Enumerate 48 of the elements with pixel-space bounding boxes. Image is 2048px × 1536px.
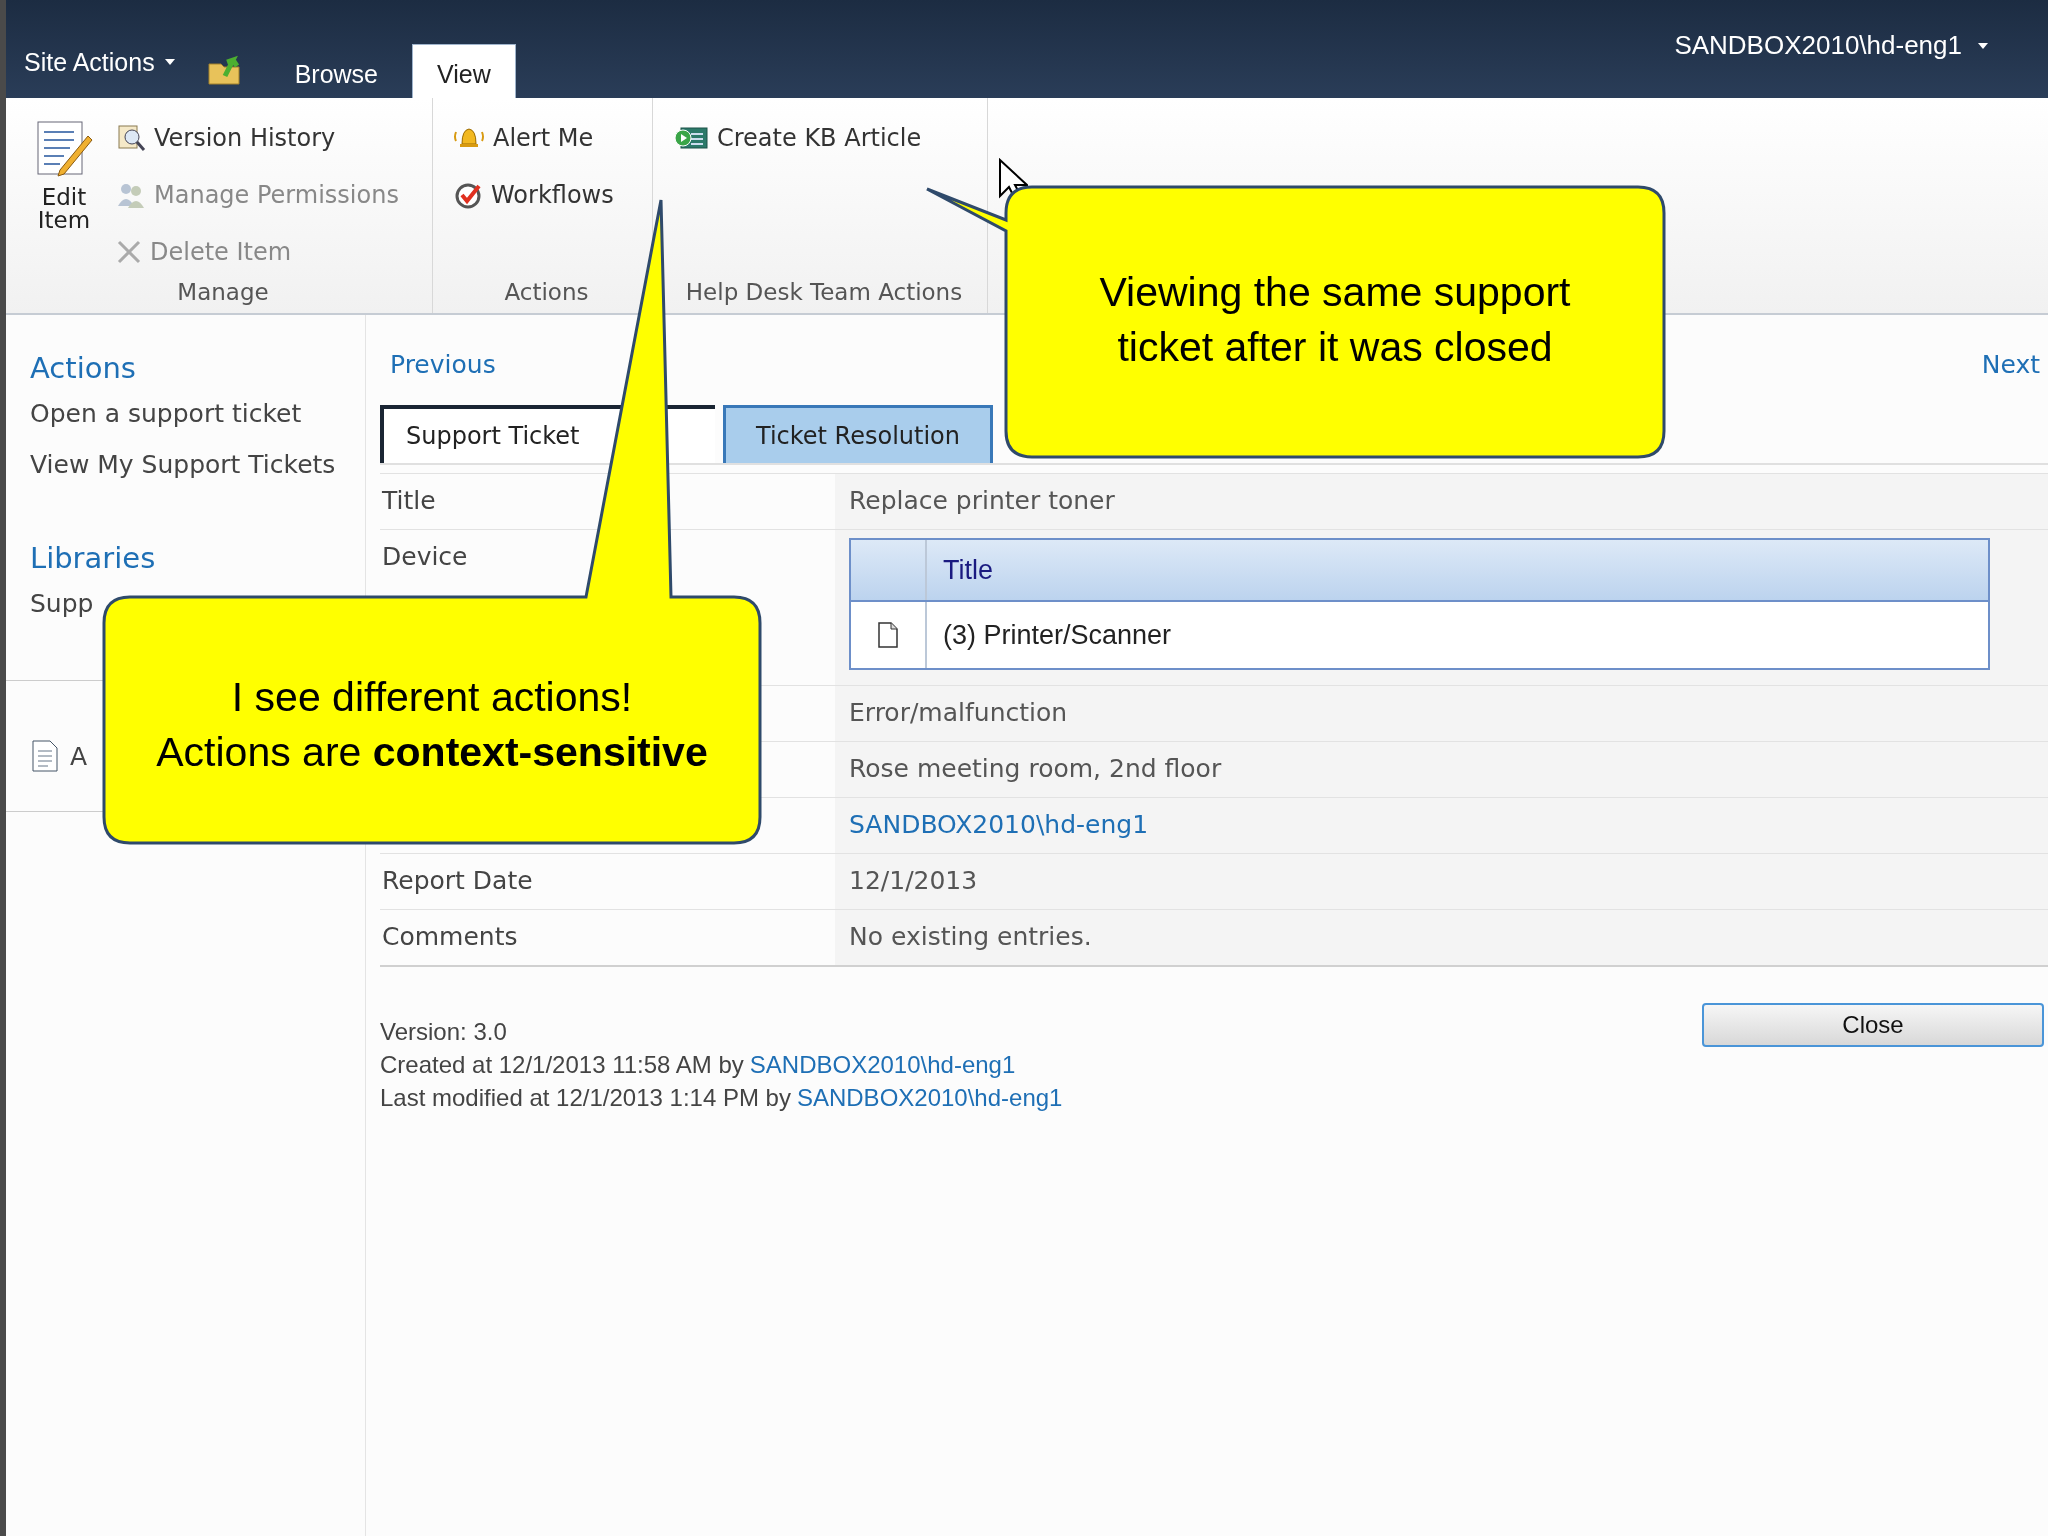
close-button[interactable]: Close [1702,1003,2044,1047]
user-menu[interactable]: SANDBOX2010\hd-eng1 [1674,30,1988,61]
field-label: Comments [382,922,518,951]
field-value: 12/1/2013 [849,866,978,895]
form-tab[interactable]: Ticket Resolution [723,405,993,463]
document-icon [30,739,60,773]
folder-up-icon [206,54,243,86]
field-value: Replace printer toner [849,486,1115,515]
group-label: Actions [503,279,590,307]
sidebar-heading[interactable]: Actions [30,351,136,385]
ribbon-button[interactable]: Workflows [453,169,614,220]
caret-icon [1978,42,1988,49]
edit-item-button[interactable]: Edit Item [26,112,102,279]
cross-icon [116,238,142,265]
field-label: Report Date [382,866,533,895]
user-link[interactable]: SANDBOX2010\hd-eng1 [849,810,1149,839]
field-value: Error/malfunction [849,698,1068,727]
modified-text: Last modified at 12/1/2013 1:14 PM by [380,1083,791,1113]
sidebar-link[interactable]: Open a support ticket [30,399,302,428]
sidebar-heading[interactable]: Libraries [30,541,156,575]
group-label: Manage [176,279,270,307]
version-text: Version: 3.0 [380,1017,508,1047]
page-icon [877,621,899,649]
ribbon-button[interactable]: Alert Me [453,112,614,163]
field-label: Device [382,542,468,571]
field-label: Title [382,486,436,515]
created-text: Created at 12/1/2013 11:58 AM by [380,1050,744,1080]
play-card-icon [673,124,709,151]
next-link[interactable]: Next [1981,349,2040,379]
sidebar-link[interactable]: A [70,741,88,771]
site-actions-menu[interactable]: Site Actions [16,40,183,84]
table-cell-text: (3) Printer/Scanner [942,618,1173,652]
magnifier-document-icon [116,122,146,153]
caret-icon [164,59,175,65]
callout-text: I see different actions! Actions are context-sensitive [156,673,708,777]
sidebar-link[interactable]: View My Support Tickets [30,450,336,479]
field-value: Rose meeting room, 2nd floor [849,754,1222,783]
group-label: Help Desk Team Actions [684,279,964,307]
user-link[interactable]: SANDBOX2010\hd-eng1 [749,1048,1016,1081]
sidebar-link[interactable]: Supp [30,589,94,618]
previous-link[interactable]: Previous [390,349,496,379]
ribbon-tab[interactable]: Browse [270,44,402,98]
ribbon-button[interactable]: Create KB Article [673,112,922,163]
callout-text: Viewing the same support ticket after it was closed [1099,268,1571,372]
ribbon-button[interactable]: Version History [116,112,399,163]
field-value: No existing entries. [849,922,1092,951]
ribbon-tab[interactable]: View [412,44,516,98]
user-link[interactable]: SANDBOX2010\hd-eng1 [796,1081,1063,1114]
